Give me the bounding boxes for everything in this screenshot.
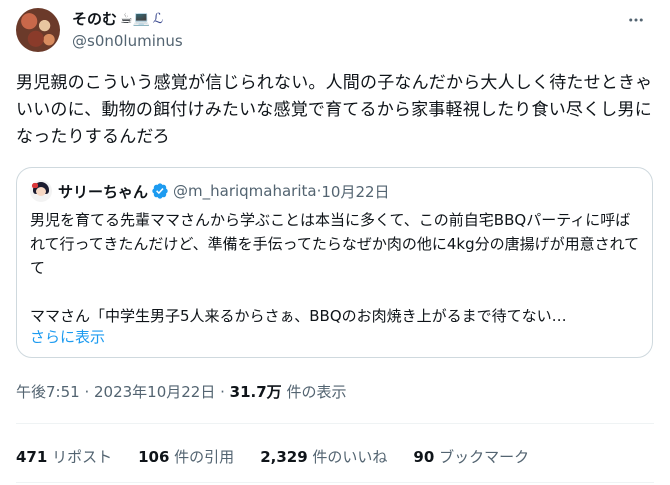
author-handle[interactable]: @s0n0luminus bbox=[72, 31, 183, 51]
quote-date: 10月22日 bbox=[321, 182, 390, 201]
tweet-meta: 午後7:51 · 2023年10月22日 · 31.7万 件の表示 bbox=[16, 382, 346, 402]
stat-reposts[interactable]: 471 リポスト bbox=[16, 446, 112, 467]
tweet-text: 男児親のこういう感覚が信じられない。人間の子なんだから大人しく待たせときゃいいの… bbox=[16, 73, 653, 147]
show-more-link[interactable]: さらに表示 bbox=[30, 326, 105, 347]
quote-text: 男児を育てる先輩ママさんから学ぶことは本当に多くて、この前自宅BBQパーティに呼… bbox=[30, 211, 640, 325]
stat-bookmarks[interactable]: 90 ブックマーク bbox=[413, 446, 529, 467]
meta-sep: · bbox=[79, 383, 94, 401]
author-name[interactable]: そのむ ☕💻 ℒ bbox=[72, 9, 163, 29]
quote-author-name: サリーちゃん bbox=[58, 182, 149, 201]
tweet-date[interactable]: 2023年10月22日 bbox=[94, 383, 215, 401]
quote-header: サリーちゃん @m_hariqmaharita · 10月22日 bbox=[30, 180, 390, 202]
tweet-time[interactable]: 午後7:51 bbox=[16, 383, 80, 401]
author-display-name: そのむ bbox=[72, 10, 118, 28]
verified-badge-icon bbox=[152, 183, 168, 199]
quote-tweet[interactable]: サリーちゃん @m_hariqmaharita · 10月22日 男児を育てる先… bbox=[16, 167, 653, 358]
divider-bottom bbox=[16, 482, 654, 483]
author-name-glyph: ℒ bbox=[153, 11, 164, 27]
views-count: 31.7万 bbox=[229, 383, 282, 401]
engagement-stats: 471 リポスト 106 件の引用 2,329 件のいいね 90 ブックマーク bbox=[16, 446, 555, 467]
divider bbox=[16, 423, 654, 424]
quote-author-handle: @m_hariqmaharita bbox=[173, 182, 317, 200]
views-label: 件の表示 bbox=[281, 383, 347, 401]
quote-avatar bbox=[30, 180, 52, 202]
author-avatar[interactable] bbox=[16, 8, 60, 52]
meta-sep-2: · bbox=[215, 383, 230, 401]
stat-likes[interactable]: 2,329 件のいいね bbox=[260, 446, 387, 467]
author-name-emoji: ☕💻 bbox=[120, 11, 150, 27]
more-icon[interactable] bbox=[622, 8, 650, 32]
stat-quotes[interactable]: 106 件の引用 bbox=[138, 446, 234, 467]
